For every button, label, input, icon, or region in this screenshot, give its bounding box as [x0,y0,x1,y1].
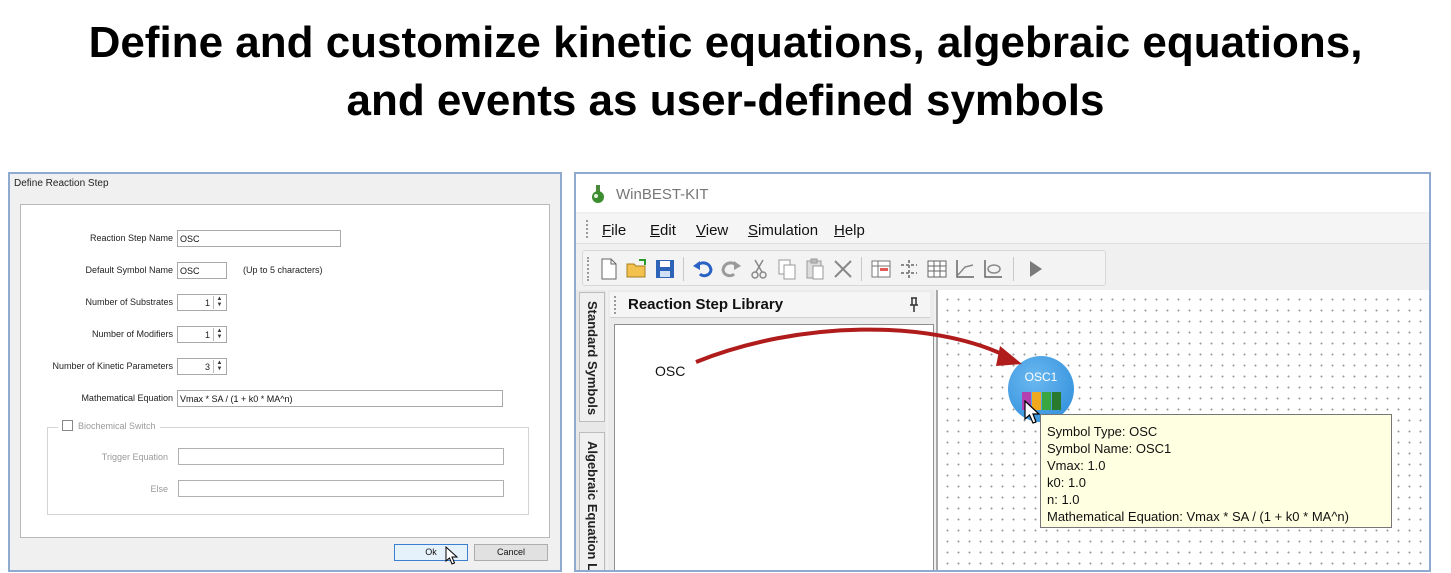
num-modifiers-label: Number of Modifiers [91,329,173,339]
side-tab-strip: Standard Symbols Algebraic Equation L [576,290,606,570]
dialog-panel: Reaction Step Name OSC Default Symbol Na… [20,204,550,538]
toolbar-separator [861,257,862,281]
spin-arrows-icon[interactable]: ▲ ▼ [213,328,225,341]
headline-line-1: Define and customize kinetic equations, … [88,18,1363,67]
biochemical-switch-group: Biochemical Switch Trigger Equation Else [47,420,530,515]
parameter-table-icon[interactable] [869,257,893,281]
reaction-step-library-panel: Reaction Step Library OSC [608,290,934,570]
num-substrates-label: Number of Substrates [85,297,173,307]
tooltip-k0: k0: 1.0 [1047,475,1087,490]
line-graph-icon[interactable] [953,257,977,281]
library-title: Reaction Step Library [628,296,784,313]
toolbar [582,250,1106,286]
reaction-step-name-label: Reaction Step Name [89,233,173,243]
cut-icon[interactable] [747,257,771,281]
redo-icon[interactable] [719,257,743,281]
toolbar-separator [683,257,684,281]
tooltip-symbol-type: Symbol Type: OSC [1047,424,1158,439]
reaction-step-name-row: Reaction Step Name OSC [21,229,551,249]
num-kinetic-params-row: Number of Kinetic Parameters 3 ▲ ▼ [21,357,551,377]
menu-edit[interactable]: Edit [650,222,676,239]
trigger-equation-input[interactable] [178,448,504,465]
app-title: WinBEST-KIT [616,186,709,203]
toolbar-grip-icon [587,257,590,281]
tooltip-symbol-name: Symbol Name: OSC1 [1047,441,1172,456]
num-substrates-stepper[interactable]: 1 ▲ ▼ [177,294,227,311]
save-icon[interactable] [653,257,677,281]
symbol-name-hint: (Up to 5 characters) [243,265,323,275]
define-reaction-step-dialog: Define Reaction Step Reaction Step Name … [8,172,562,572]
menubar-grip-icon [586,220,589,238]
biochemical-switch-label: Biochemical Switch [78,420,156,431]
tab-algebraic-equation-library[interactable]: Algebraic Equation L [579,432,605,570]
math-equation-input[interactable]: Vmax * SA / (1 + k0 * MA^n) [177,390,503,407]
tooltip-n: n: 1.0 [1047,492,1080,507]
num-modifiers-row: Number of Modifiers 1 ▲ ▼ [21,325,551,345]
new-file-icon[interactable] [597,257,621,281]
mouse-cursor-icon [445,546,459,565]
menu-help[interactable]: Help [834,222,865,239]
pin-icon[interactable] [908,297,920,313]
phase-plot-icon[interactable] [981,257,1005,281]
winbest-kit-window: WinBEST-KIT File Edit View Simulation He… [574,172,1431,572]
tooltip-equation: Mathematical Equation: Vmax * SA / (1 + … [1047,509,1349,524]
headline: Define and customize kinetic equations, … [0,14,1451,130]
num-modifiers-value: 1 [204,330,210,340]
biochemical-switch-legend: Biochemical Switch [58,420,160,431]
symbol-tooltip: Symbol Type: OSC Symbol Name: OSC1 Vmax:… [1040,414,1392,528]
num-modifiers-stepper[interactable]: 1 ▲ ▼ [177,326,227,343]
undo-icon[interactable] [691,257,715,281]
tab-standard-symbols[interactable]: Standard Symbols [579,292,605,422]
default-symbol-name-label: Default Symbol Name [85,265,173,275]
else-input[interactable] [178,480,504,497]
spin-arrows-icon[interactable]: ▲ ▼ [213,360,225,373]
symbol-label: OSC1 [1024,370,1058,384]
tooltip-vmax: Vmax: 1.0 [1047,458,1106,473]
biochemical-switch-checkbox[interactable] [62,420,73,431]
copy-icon[interactable] [775,257,799,281]
menu-simulation[interactable]: Simulation [748,222,818,239]
panel-grip-icon [614,296,617,314]
paste-icon[interactable] [803,257,827,281]
math-equation-row: Mathematical Equation Vmax * SA / (1 + k… [21,389,551,409]
network-settings-icon[interactable] [897,257,921,281]
num-kinetic-params-label: Number of Kinetic Parameters [52,361,173,371]
reaction-step-name-input[interactable]: OSC [177,230,341,247]
else-label: Else [150,484,168,494]
default-symbol-name-input[interactable]: OSC [177,262,227,279]
num-substrates-row: Number of Substrates 1 ▲ ▼ [21,293,551,313]
default-symbol-name-row: Default Symbol Name OSC (Up to 5 charact… [21,261,551,281]
toolbar-separator [1013,257,1014,281]
title-bar: WinBEST-KIT [576,174,1429,212]
menu-bar: File Edit View Simulation Help [576,214,1429,244]
library-list: OSC [614,324,934,570]
num-kinetic-params-stepper[interactable]: 3 ▲ ▼ [177,358,227,375]
menu-file[interactable]: File [602,222,626,239]
cancel-button[interactable]: Cancel [474,544,548,561]
dialog-title: Define Reaction Step [14,178,109,189]
num-substrates-value: 1 [204,298,210,308]
headline-line-2: and events as user-defined symbols [346,76,1105,125]
table-view-icon[interactable] [925,257,949,281]
open-folder-icon[interactable] [625,257,649,281]
library-item-osc[interactable]: OSC [655,363,685,379]
delete-icon[interactable] [831,257,855,281]
num-kinetic-params-value: 3 [204,362,210,372]
flask-app-icon [592,185,604,203]
menu-view[interactable]: View [696,222,728,239]
spin-arrows-icon[interactable]: ▲ ▼ [213,296,225,309]
library-header: Reaction Step Library [610,292,930,318]
else-row: Else [48,480,530,498]
trigger-equation-label: Trigger Equation [101,452,168,462]
run-simulation-icon[interactable] [1023,257,1047,281]
model-canvas[interactable]: OSC1 Symbol Type: OSC Symbol Name: OSC1 … [936,290,1429,570]
math-equation-label: Mathematical Equation [81,393,173,403]
trigger-equation-row: Trigger Equation [48,448,530,466]
